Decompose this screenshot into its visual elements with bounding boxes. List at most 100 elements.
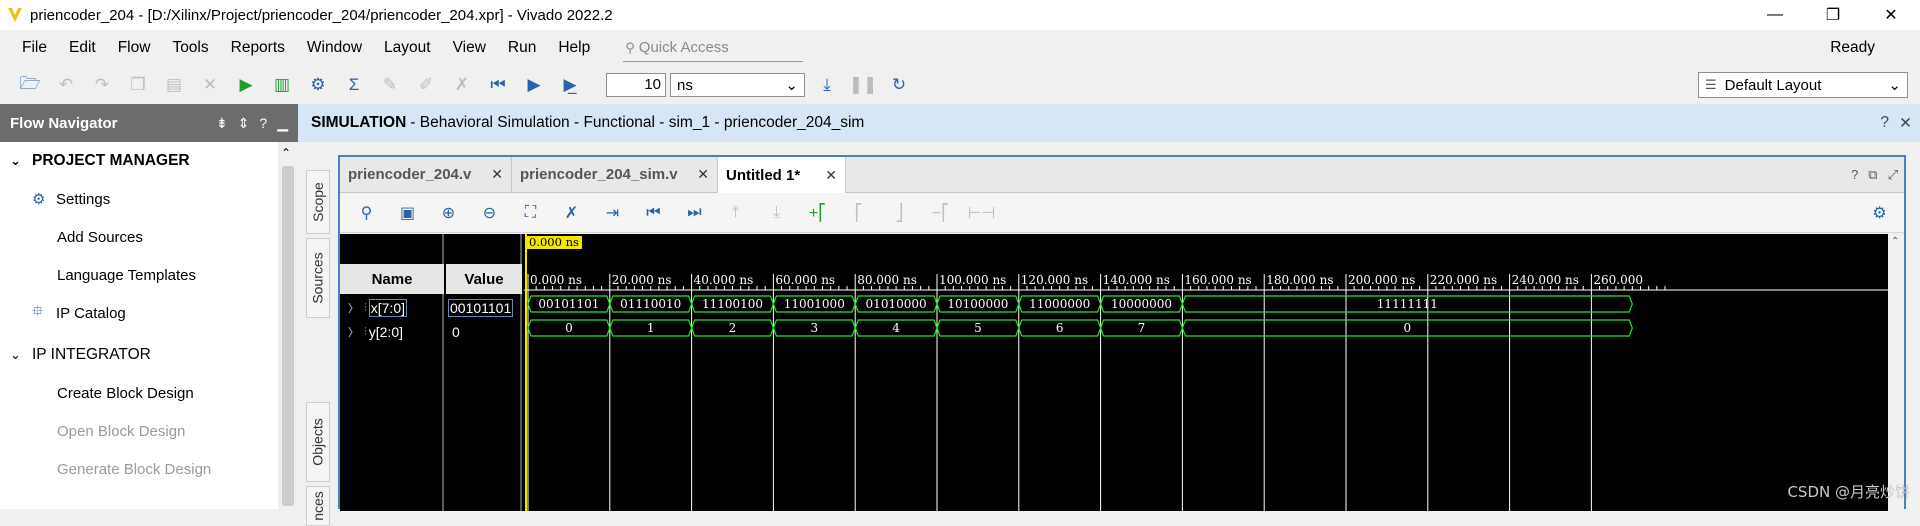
close-icon[interactable]: ✕ <box>1899 114 1912 133</box>
nav-item-create-block-design[interactable]: Create Block Design <box>0 374 278 412</box>
nav-item-language-templates[interactable]: Language Templates <box>0 256 278 294</box>
tab-untitled-1[interactable]: Untitled 1* ✕ <box>718 157 846 193</box>
scroll-up-icon[interactable]: ⌃ <box>1891 236 1899 247</box>
collapse-all-icon[interactable]: ⇟ <box>216 115 228 132</box>
waveform-plot[interactable]: 0.000 ns 20.000 ns 40.000 ns 60.000 ns 80.00… <box>524 234 1888 511</box>
waveform-toolbar: ⚲ ▣ ⊕ ⊖ ⛶ ✗ ⇥ ⏮ ⏭ ⤒ ⤓ +⎡ ⎡ ⎦ −⎡ ⊢⊣ ⚙ <box>340 193 1904 233</box>
analyze-icon[interactable]: ✎ <box>372 70 408 100</box>
step-icon[interactable]: ⤓ <box>809 70 845 100</box>
waveform-vertical-scrollbar[interactable]: ⌃ <box>1888 234 1904 511</box>
tab-objects[interactable]: Objects <box>306 402 330 482</box>
open-project-icon[interactable]: 🗁 <box>12 70 48 100</box>
goto-start-icon[interactable]: ⏮ <box>633 198 674 228</box>
goto-end-icon[interactable]: ⏭ <box>674 198 715 228</box>
nav-item-add-sources[interactable]: Add Sources <box>0 218 278 256</box>
minimize-button[interactable]: — <box>1746 0 1804 30</box>
run-time-unit-select[interactable]: ns ⌄ <box>670 73 805 97</box>
flow-navigator-body: ⌄ PROJECT MANAGER ⚙ Settings Add Sources… <box>0 142 278 509</box>
cursor-to-zero-icon[interactable]: ✗ <box>551 198 592 228</box>
zoom-out-icon[interactable]: ⊖ <box>469 198 510 228</box>
zoom-fit-icon[interactable]: ⛶ <box>510 198 551 228</box>
restore-button[interactable]: ❐ <box>1804 0 1862 30</box>
menu-flow[interactable]: Flow <box>107 30 162 66</box>
tab-sources[interactable]: Sources <box>306 238 330 318</box>
swap-cursors-icon[interactable]: ⊢⊣ <box>961 198 1002 228</box>
close-button[interactable]: ✕ <box>1862 0 1920 30</box>
chevron-down-icon: ⌄ <box>785 77 798 94</box>
menu-file[interactable]: File <box>0 30 58 66</box>
restart-icon[interactable]: ⏮ <box>480 70 516 100</box>
time-tick-label: 260.000 <box>1593 273 1643 287</box>
program-icon[interactable]: ▥ <box>264 70 300 100</box>
menu-reports[interactable]: Reports <box>220 30 296 66</box>
prev-transition-icon[interactable]: ⤒ <box>715 198 756 228</box>
bus-value-label: 3 <box>810 321 818 335</box>
chevron-right-icon[interactable]: 〉 <box>348 300 364 316</box>
close-icon[interactable]: ✕ <box>697 166 709 183</box>
menu-window[interactable]: Window <box>296 30 373 66</box>
name-column-header[interactable]: Name <box>340 264 444 294</box>
copy-icon[interactable]: ❐ <box>120 70 156 100</box>
search-icon[interactable]: ⚲ <box>346 198 387 228</box>
goto-cursor-icon[interactable]: ⇥ <box>592 198 633 228</box>
relaunch-icon[interactable]: ↻ <box>881 70 917 100</box>
gear-icon[interactable]: ⚙ <box>1859 198 1900 228</box>
nav-item-ip-catalog[interactable]: ⯐ IP Catalog <box>0 294 278 332</box>
tab-priencoder-sim-v[interactable]: priencoder_204_sim.v ✕ <box>512 157 718 192</box>
maximize-icon[interactable]: ⤢ <box>1888 167 1898 183</box>
menu-view[interactable]: View <box>442 30 497 66</box>
help-icon[interactable]: ? <box>259 115 267 132</box>
section-project-manager[interactable]: ⌄ PROJECT MANAGER <box>0 142 278 180</box>
next-marker-icon[interactable]: ⎦ <box>879 198 920 228</box>
nav-item-generate-block-design[interactable]: Generate Block Design <box>0 450 278 488</box>
tab-priencoder-v[interactable]: priencoder_204.v ✕ <box>340 157 512 192</box>
tab-instances[interactable]: nces <box>306 486 330 526</box>
nav-item-settings[interactable]: ⚙ Settings <box>0 180 278 218</box>
run-all-icon[interactable]: ▶ <box>516 70 552 100</box>
settings-gear-icon[interactable]: ⚙ <box>300 70 336 100</box>
add-marker-icon[interactable]: +⎡ <box>797 198 838 228</box>
signal-row-y[interactable]: 〉 ⫶ y[2:0] <box>348 320 403 344</box>
signal-row-x[interactable]: 〉 ⫶ x[7:0] <box>348 296 407 320</box>
close-icon[interactable]: ✕ <box>825 167 837 184</box>
prev-marker-icon[interactable]: ⎡ <box>838 198 879 228</box>
scroll-up-icon[interactable]: ⌃ <box>281 146 291 160</box>
nav-item-open-block-design[interactable]: Open Block Design <box>0 412 278 450</box>
float-icon[interactable]: ⧉ <box>1868 167 1877 183</box>
menu-tools[interactable]: Tools <box>161 30 219 66</box>
pause-icon[interactable]: ❚❚ <box>845 70 881 100</box>
redo-icon[interactable]: ↷ <box>84 70 120 100</box>
next-transition-icon[interactable]: ⤓ <box>756 198 797 228</box>
expand-all-icon[interactable]: ⇕ <box>238 115 250 132</box>
menu-edit[interactable]: Edit <box>58 30 107 66</box>
help-icon[interactable]: ? <box>1851 167 1858 182</box>
value-column-header[interactable]: Value <box>446 264 522 294</box>
quick-access-input[interactable]: ⚲ Quick Access <box>623 34 804 62</box>
waveform-tool-icon[interactable]: ✗ <box>444 70 480 100</box>
flow-navigator-scrollbar[interactable]: ⌃ <box>278 142 298 509</box>
status-text: Ready <box>1830 39 1875 56</box>
undo-icon[interactable]: ↶ <box>48 70 84 100</box>
minimize-panel-icon[interactable]: ▁ <box>277 115 288 132</box>
scrollbar-thumb[interactable] <box>282 166 294 506</box>
menu-help[interactable]: Help <box>547 30 601 66</box>
menu-layout[interactable]: Layout <box>373 30 442 66</box>
delete-icon[interactable]: ✕ <box>192 70 228 100</box>
layout-select[interactable]: ☰ Default Layout ⌄ <box>1698 72 1908 98</box>
save-icon[interactable]: ▣ <box>387 198 428 228</box>
delete-marker-icon[interactable]: −⎡ <box>920 198 961 228</box>
debug-icon[interactable]: ✐ <box>408 70 444 100</box>
run-icon[interactable]: ▶ <box>228 70 264 100</box>
section-ip-integrator[interactable]: ⌄ IP INTEGRATOR <box>0 336 278 374</box>
sigma-icon[interactable]: Σ <box>336 70 372 100</box>
help-icon[interactable]: ? <box>1880 114 1889 133</box>
paste-icon[interactable]: ▤ <box>156 70 192 100</box>
menu-run[interactable]: Run <box>497 30 547 66</box>
close-icon[interactable]: ✕ <box>491 166 503 183</box>
run-time-input[interactable]: 10 <box>606 73 666 97</box>
run-for-icon[interactable]: ▶̲ <box>552 70 588 100</box>
tab-scope[interactable]: Scope <box>306 170 330 234</box>
waveform-viewer[interactable]: Name 〉 ⫶ x[7:0] 〉 ⫶ y[2:0] Value 0010110… <box>340 234 1888 511</box>
zoom-in-icon[interactable]: ⊕ <box>428 198 469 228</box>
chevron-right-icon[interactable]: 〉 <box>348 324 364 340</box>
